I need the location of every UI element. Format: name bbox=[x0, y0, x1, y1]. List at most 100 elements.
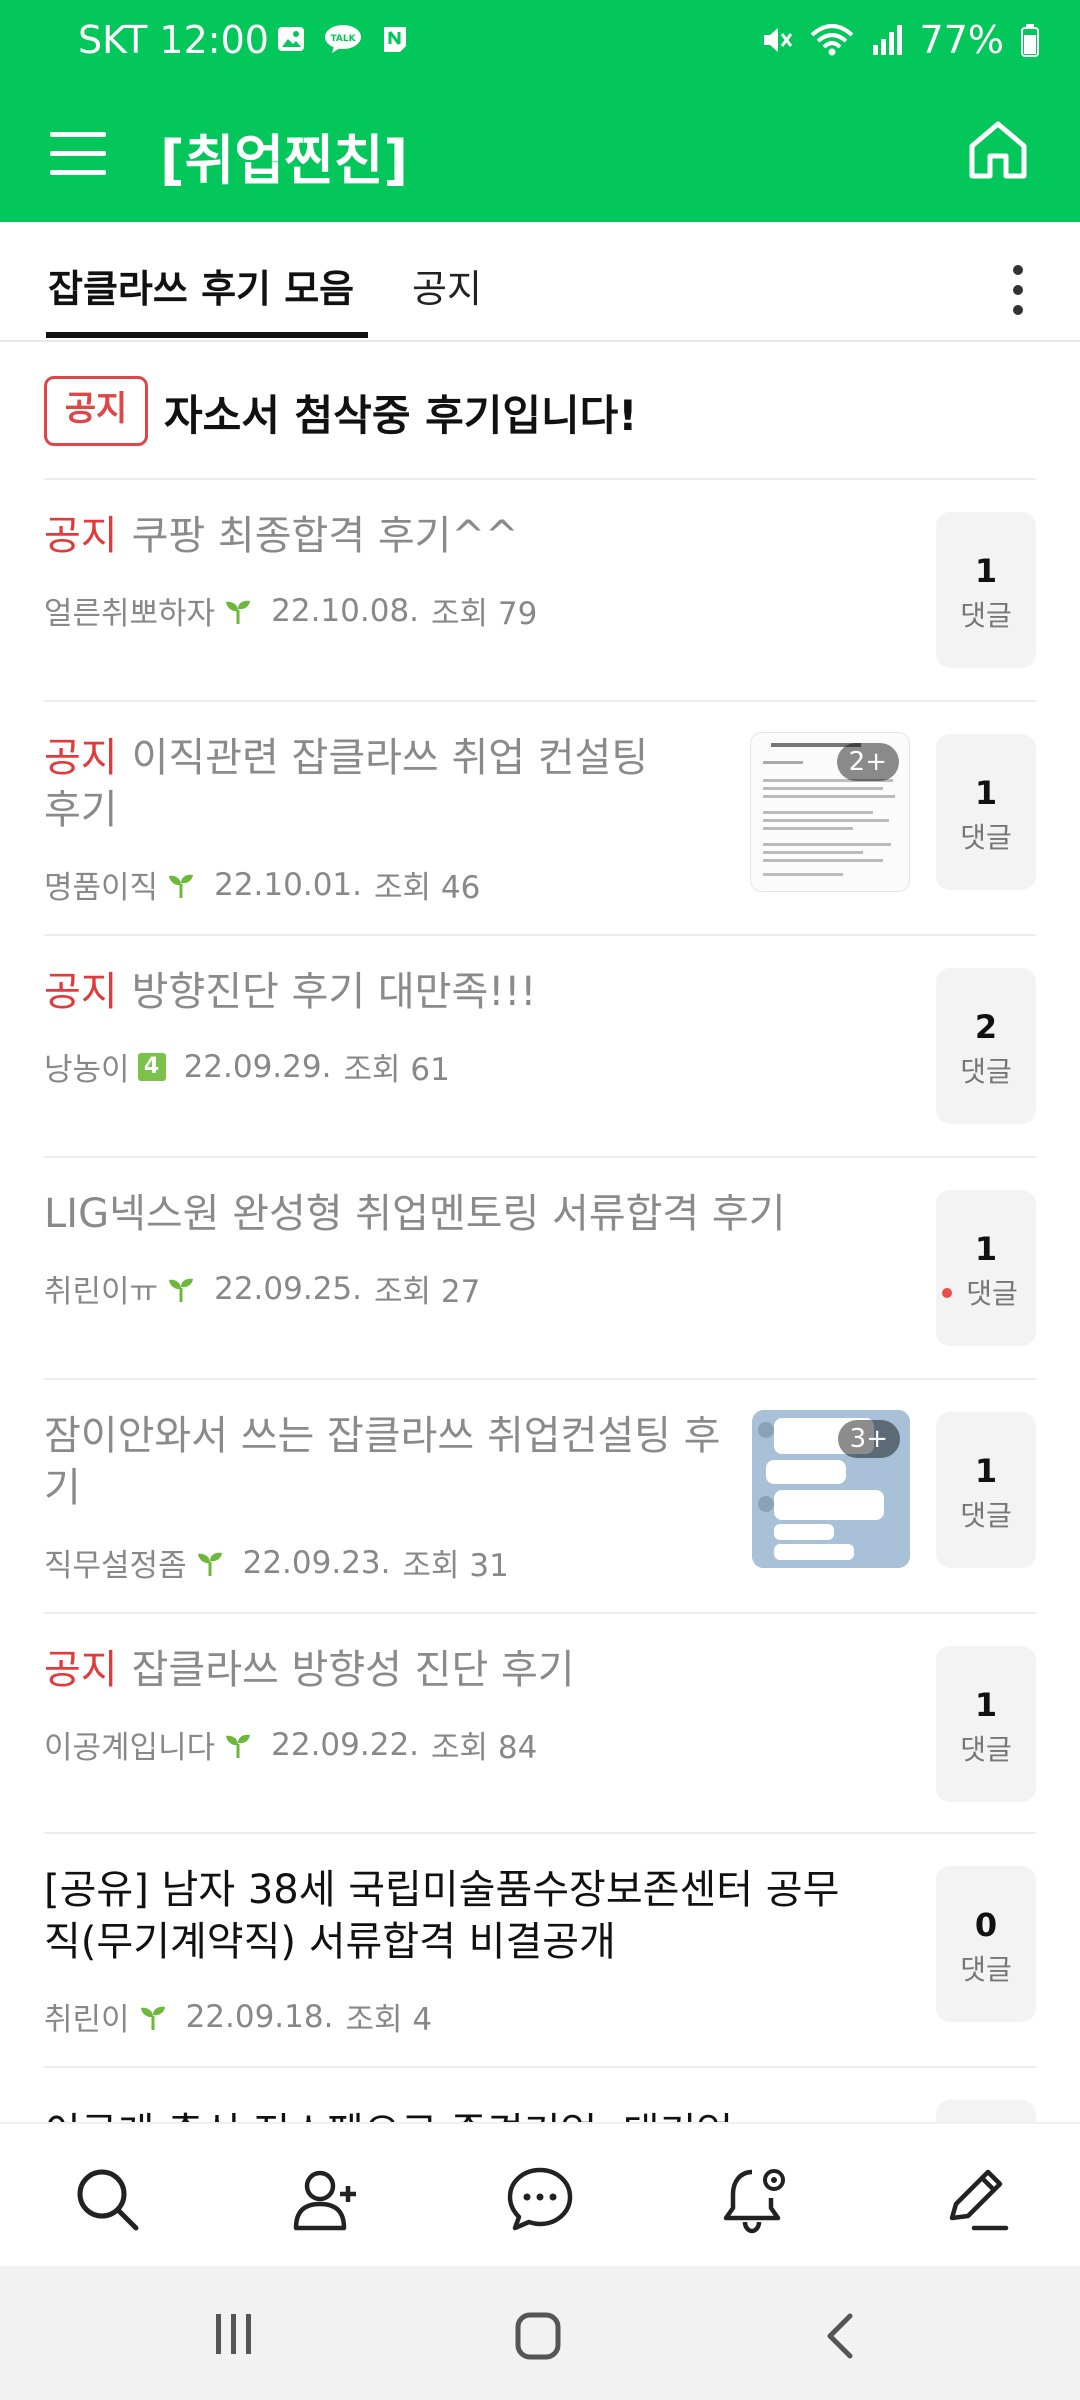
post-item[interactable]: 공지 잡클라쓰 방향성 진단 후기 이공계입니다 22.09.22. 조회 84 … bbox=[44, 1644, 1036, 1804]
post-title: 공지 이직관련 잡클라쓰 취업 컨설팅 후기 bbox=[44, 732, 694, 836]
post-author: 직무설정좀 bbox=[44, 1548, 187, 1584]
post-title: 잠이안와서 쓰는 잡클라쓰 취업컨설팅 후기 bbox=[44, 1410, 744, 1514]
home-icon[interactable] bbox=[964, 116, 1032, 184]
comment-count: 0 bbox=[974, 1906, 998, 1944]
post-item[interactable]: 공지 방향진단 후기 대만족!!! 낭농이 4 22.09.29. 조회 61 2… bbox=[44, 966, 1036, 1126]
comment-count-box[interactable]: 1 댓글 bbox=[936, 1190, 1036, 1346]
post-tag: 공지 bbox=[44, 513, 118, 559]
comment-count: 1 bbox=[974, 1686, 998, 1724]
comment-count: 1 bbox=[974, 774, 998, 812]
post-title: 공지 방향진단 후기 대만족!!! bbox=[44, 966, 724, 1018]
post-item[interactable]: 잠이안와서 쓰는 잡클라쓰 취업컨설팅 후기 직무설정좀 22.09.23. 조… bbox=[44, 1410, 1036, 1584]
post-date: 22.09.25. bbox=[214, 1270, 362, 1307]
comment-count-box[interactable]: 1 댓글 bbox=[936, 734, 1036, 890]
post-views: 조회 46 bbox=[374, 870, 481, 906]
post-thumbnail[interactable]: 3+ bbox=[752, 1410, 910, 1568]
hamburger-menu-icon[interactable] bbox=[48, 124, 108, 184]
post-title-partial[interactable]: 이공계 출신 전스펙으로 중견기업, 대기업 bbox=[44, 2100, 1034, 2122]
post-item[interactable]: LIG넥스원 완성형 취업멘토링 서류합격 후기 취린이ㅠ 22.09.25. … bbox=[44, 1188, 1036, 1348]
notice-title: 자소서 첨삭중 후기입니다! bbox=[164, 391, 638, 440]
post-title-text: 이직관련 잡클라쓰 취업 컨설팅 후기 bbox=[44, 735, 649, 833]
mute-icon bbox=[763, 28, 792, 52]
pinned-notice[interactable]: 공지 자소서 첨삭중 후기입니다! bbox=[44, 376, 1034, 448]
comment-count: 1 bbox=[974, 1452, 998, 1490]
post-meta: 이공계입니다 22.09.22. 조회 84 bbox=[44, 1722, 537, 1767]
active-tab-indicator bbox=[46, 332, 368, 338]
divider bbox=[44, 1156, 1036, 1158]
comment-count-box[interactable]: 1 댓글 bbox=[936, 512, 1036, 668]
post-author: 명품이직 bbox=[44, 870, 159, 906]
post-author: 취린이ㅠ bbox=[44, 1274, 159, 1310]
sprout-level-icon bbox=[226, 600, 251, 624]
post-title-text: 잠이안와서 쓰는 잡클라쓰 취업컨설팅 후기 bbox=[44, 1413, 721, 1511]
post-title: 공지 잡클라쓰 방향성 진단 후기 bbox=[44, 1644, 724, 1696]
sprout-level-icon bbox=[140, 2006, 165, 2030]
comment-label: 댓글 bbox=[960, 599, 1012, 632]
tab-notice[interactable]: 공지 bbox=[412, 258, 482, 313]
post-item[interactable]: 공지 쿠팡 최종합격 후기^^ 얼른취뽀하자 22.10.08. 조회 79 1 … bbox=[44, 510, 1036, 670]
divider bbox=[44, 700, 1036, 702]
comment-label: 댓글 bbox=[960, 821, 1012, 854]
divider bbox=[44, 478, 1036, 480]
comment-label: 댓글 bbox=[960, 1733, 1012, 1766]
post-tag: 공지 bbox=[44, 1647, 118, 1693]
carrier-label: SKT bbox=[78, 18, 148, 62]
comment-count-box[interactable]: 0 댓글 bbox=[936, 1866, 1036, 2022]
post-title: [공유] 남자 38세 국립미술품수장보존센터 공무직(무기계약직) 서류합격 … bbox=[44, 1864, 844, 1968]
post-date: 22.09.22. bbox=[271, 1726, 420, 1763]
comment-label: 댓글 bbox=[960, 1953, 1012, 1986]
notification-settings-icon[interactable] bbox=[720, 2164, 790, 2234]
more-options-icon[interactable] bbox=[1008, 260, 1028, 320]
bottom-navigation bbox=[0, 2122, 1080, 2268]
status-carrier-time: SKT 12:00 bbox=[78, 18, 269, 62]
post-meta: 취린이ㅠ 22.09.25. 조회 27 bbox=[44, 1266, 480, 1311]
chat-icon[interactable] bbox=[505, 2164, 575, 2234]
back-button-icon[interactable] bbox=[820, 2312, 860, 2360]
post-date: 22.10.08. bbox=[271, 592, 420, 629]
battery-icon bbox=[1021, 24, 1039, 57]
post-title-text: [공유] 남자 38세 국립미술품수장보존센터 공무직(무기계약직) 서류합격 … bbox=[44, 1867, 840, 1965]
post-title-text: 방향진단 후기 대만족!!! bbox=[131, 969, 537, 1015]
post-title-text: 잡클라쓰 방향성 진단 후기 bbox=[131, 1647, 575, 1693]
comment-count-box[interactable]: 2 댓글 bbox=[936, 968, 1036, 1124]
tab-reviews[interactable]: 잡클라쓰 후기 모음 bbox=[48, 258, 354, 313]
thumbnail-more-count: 2+ bbox=[836, 743, 899, 781]
post-title: LIG넥스원 완성형 취업멘토링 서류합격 후기 bbox=[44, 1188, 884, 1240]
comment-label: 댓글 bbox=[960, 1499, 1012, 1532]
recent-apps-icon[interactable] bbox=[210, 2312, 258, 2356]
post-title: 공지 쿠팡 최종합격 후기^^ bbox=[44, 510, 724, 562]
post-author: 낭농이 bbox=[44, 1052, 130, 1088]
add-friend-icon[interactable] bbox=[290, 2164, 360, 2234]
post-views: 조회 31 bbox=[402, 1548, 509, 1584]
divider bbox=[44, 1378, 1036, 1380]
notice-badge: 공지 bbox=[44, 376, 148, 446]
post-thumbnail[interactable]: 2+ bbox=[750, 732, 910, 892]
post-tag: 공지 bbox=[44, 735, 118, 781]
post-date: 22.09.18. bbox=[185, 1998, 334, 2035]
search-icon[interactable] bbox=[72, 2164, 142, 2234]
post-views: 조회 4 bbox=[345, 2002, 433, 2038]
divider bbox=[44, 2066, 1036, 2068]
divider bbox=[44, 1612, 1036, 1614]
post-meta: 얼른취뽀하자 22.10.08. 조회 79 bbox=[44, 588, 537, 633]
n-icon bbox=[384, 27, 406, 52]
post-item[interactable]: 공지 이직관련 잡클라쓰 취업 컨설팅 후기 명품이직 22.10.01. 조회 … bbox=[44, 732, 1036, 906]
divider bbox=[44, 1832, 1036, 1834]
comment-label: 댓글 bbox=[966, 1277, 1018, 1310]
sprout-level-icon bbox=[169, 874, 194, 898]
comment-count: 2 bbox=[974, 1008, 998, 1046]
svg-text:TALK: TALK bbox=[330, 34, 356, 44]
comment-count-box[interactable]: 1 댓글 bbox=[936, 1646, 1036, 1802]
app-bar: [취업찐친] bbox=[0, 92, 1080, 222]
comment-count-box-partial bbox=[936, 2100, 1036, 2122]
home-button-icon[interactable] bbox=[514, 2312, 564, 2360]
post-views: 조회 61 bbox=[343, 1052, 450, 1088]
divider bbox=[44, 934, 1036, 936]
comment-count-box[interactable]: 1 댓글 bbox=[936, 1412, 1036, 1568]
talk-icon: TALK bbox=[325, 25, 361, 53]
board-tab-bar: 잡클라쓰 후기 모음 공지 bbox=[0, 222, 1080, 342]
comment-label: 댓글 bbox=[960, 1055, 1012, 1088]
post-meta: 취린이 22.09.18. 조회 4 bbox=[44, 1994, 432, 2039]
post-item[interactable]: [공유] 남자 38세 국립미술품수장보존센터 공무직(무기계약직) 서류합격 … bbox=[44, 1864, 1036, 2044]
write-icon[interactable] bbox=[940, 2164, 1010, 2234]
